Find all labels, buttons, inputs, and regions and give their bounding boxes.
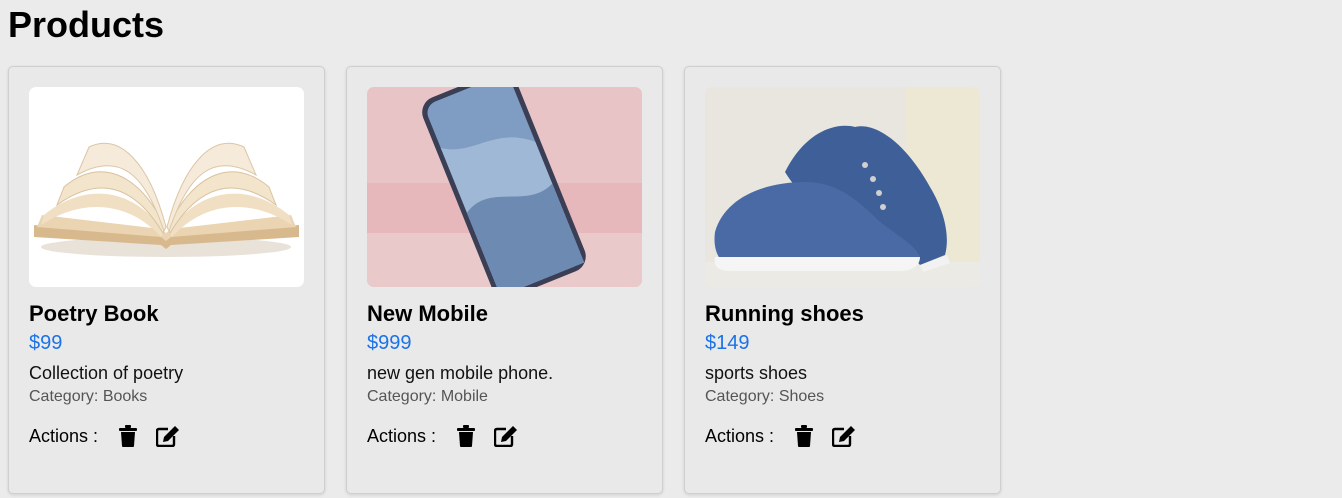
product-name: New Mobile	[367, 301, 489, 326]
product-name: Running shoes	[705, 301, 864, 326]
product-name: Poetry Book	[29, 301, 159, 326]
product-category: Category: Shoes	[705, 388, 825, 405]
product-card: New Mobile $999 new gen mobile phone. Ca…	[346, 66, 663, 494]
product-actions: Actions :	[705, 424, 980, 448]
product-card: Running shoes $149 sports shoes Category…	[684, 66, 1001, 494]
trash-icon	[119, 425, 138, 447]
product-description: new gen mobile phone.	[367, 363, 554, 383]
product-category: Category: Mobile	[367, 388, 488, 405]
product-price: $99	[29, 332, 63, 354]
product-actions: Actions :	[29, 424, 304, 448]
actions-label: Actions :	[367, 426, 437, 446]
edit-icon	[832, 426, 856, 447]
product-category: Category: Books	[29, 388, 148, 405]
edit-button[interactable]	[832, 424, 856, 448]
open-book-image	[29, 87, 304, 287]
delete-button[interactable]	[454, 424, 478, 448]
actions-label: Actions :	[705, 426, 775, 446]
edit-button[interactable]	[156, 424, 180, 448]
edit-button[interactable]	[494, 424, 518, 448]
trash-icon	[795, 425, 814, 447]
product-card: Poetry Book $99 Collection of poetry Cat…	[8, 66, 325, 494]
sneakers-image	[705, 87, 980, 287]
product-actions: Actions :	[367, 424, 642, 448]
product-grid: Poetry Book $99 Collection of poetry Cat…	[8, 66, 1001, 494]
edit-icon	[156, 426, 180, 447]
edit-icon	[494, 426, 518, 447]
smartphone-image	[367, 87, 642, 287]
actions-label: Actions :	[29, 426, 99, 446]
product-description: Collection of poetry	[29, 363, 184, 383]
delete-button[interactable]	[116, 424, 140, 448]
page-title: Products	[8, 4, 165, 45]
product-price: $149	[705, 332, 750, 354]
product-price: $999	[367, 332, 412, 354]
delete-button[interactable]	[792, 424, 816, 448]
product-description: sports shoes	[705, 363, 808, 383]
trash-icon	[457, 425, 476, 447]
